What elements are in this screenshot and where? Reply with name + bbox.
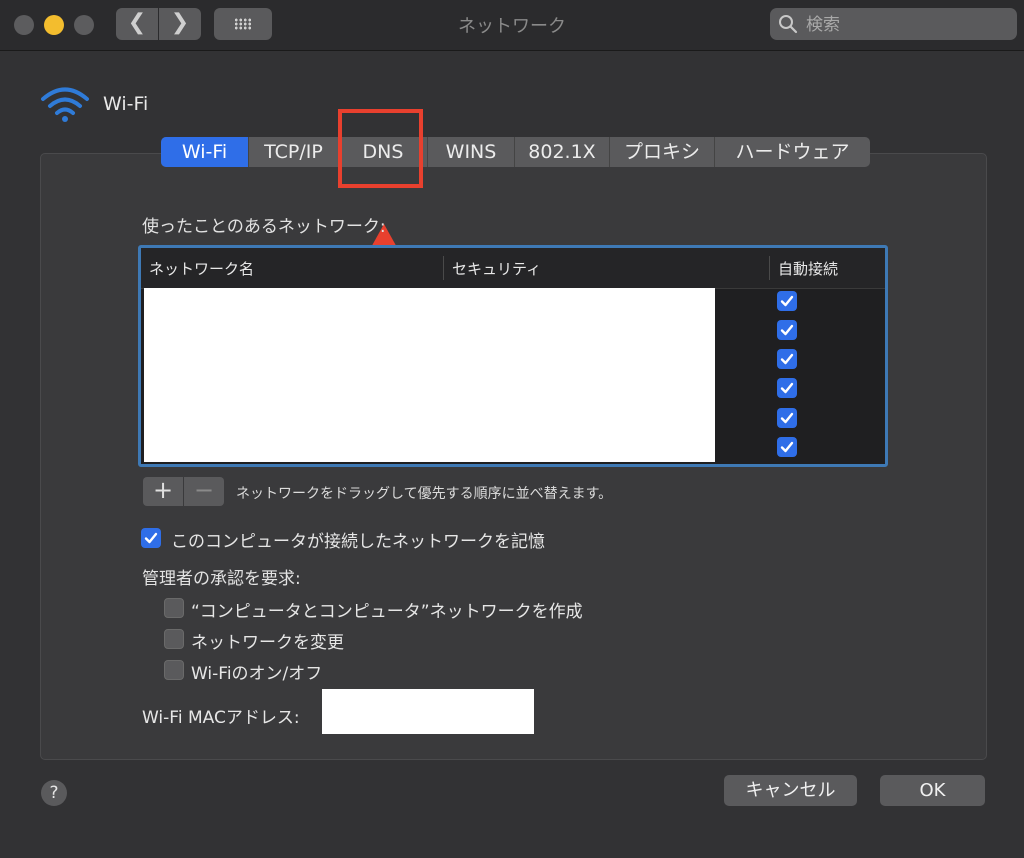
- remove-network-button[interactable]: −: [184, 477, 224, 506]
- ok-button[interactable]: OK: [880, 775, 985, 806]
- tab-hardware[interactable]: ハードウェア: [715, 137, 870, 167]
- column-auto-join[interactable]: 自動接続: [778, 258, 838, 279]
- checkmark-icon: [780, 412, 794, 424]
- auto-join-checkbox[interactable]: [777, 349, 797, 369]
- search-icon: [779, 15, 798, 34]
- change-network-checkbox[interactable]: [164, 629, 184, 649]
- checkmark-icon: [780, 382, 794, 394]
- networks-table[interactable]: ネットワーク名 セキュリティ 自動接続: [138, 245, 888, 467]
- interface-title: Wi-Fi: [103, 93, 149, 115]
- tab-bar: Wi-Fi TCP/IP DNS WINS 802.1X プロキシ ハードウェア: [161, 137, 870, 167]
- remember-networks-checkbox[interactable]: [141, 528, 161, 548]
- auto-join-checkbox[interactable]: [777, 320, 797, 340]
- tab-tcpip[interactable]: TCP/IP: [249, 137, 339, 167]
- auto-join-checkbox[interactable]: [777, 291, 797, 311]
- tab-wins[interactable]: WINS: [428, 137, 515, 167]
- create-computer-network-checkbox[interactable]: [164, 598, 184, 618]
- reorder-hint: ネットワークをドラッグして優先する順序に並べ替えます。: [236, 486, 613, 502]
- auto-join-checkbox[interactable]: [777, 408, 797, 428]
- title-bar: ❮ ❯ ネットワーク: [0, 0, 1024, 51]
- change-network-label: ネットワークを変更: [191, 633, 344, 653]
- cancel-button[interactable]: キャンセル: [724, 775, 857, 806]
- annotation-box: [338, 109, 423, 188]
- auto-join-checkbox[interactable]: [777, 378, 797, 398]
- wifi-icon: [41, 87, 89, 122]
- redacted-network-list: [144, 288, 715, 462]
- checkmark-icon: [780, 324, 794, 336]
- networks-label: 使ったことのあるネットワーク:: [142, 217, 386, 237]
- help-button[interactable]: ?: [41, 780, 67, 806]
- tab-proxies[interactable]: プロキシ: [610, 137, 715, 167]
- column-network-name[interactable]: ネットワーク名: [149, 258, 254, 279]
- remember-networks-label: このコンピュータが接続したネットワークを記憶: [171, 532, 545, 552]
- tab-8021x[interactable]: 802.1X: [515, 137, 610, 167]
- admin-approval-label: 管理者の承認を要求:: [142, 569, 301, 589]
- table-header: ネットワーク名 セキュリティ 自動接続: [141, 248, 885, 289]
- checkmark-icon: [144, 532, 158, 544]
- auto-join-checkbox[interactable]: [777, 437, 797, 457]
- tab-wifi[interactable]: Wi-Fi: [161, 137, 249, 167]
- add-network-button[interactable]: +: [143, 477, 183, 506]
- redacted-mac-address: [322, 689, 534, 734]
- create-computer-network-label: “コンピュータとコンピュータ”ネットワークを作成: [191, 602, 583, 622]
- column-security[interactable]: セキュリティ: [452, 258, 541, 279]
- checkmark-icon: [780, 353, 794, 365]
- search-field[interactable]: [770, 8, 1017, 40]
- column-divider: [769, 256, 770, 280]
- search-input[interactable]: [804, 12, 1008, 38]
- column-divider: [443, 256, 444, 280]
- wifi-power-checkbox[interactable]: [164, 660, 184, 680]
- mac-address-label: Wi-Fi MACアドレス:: [142, 708, 300, 728]
- checkmark-icon: [780, 441, 794, 453]
- wifi-power-label: Wi-Fiのオン/オフ: [191, 664, 323, 684]
- checkmark-icon: [780, 295, 794, 307]
